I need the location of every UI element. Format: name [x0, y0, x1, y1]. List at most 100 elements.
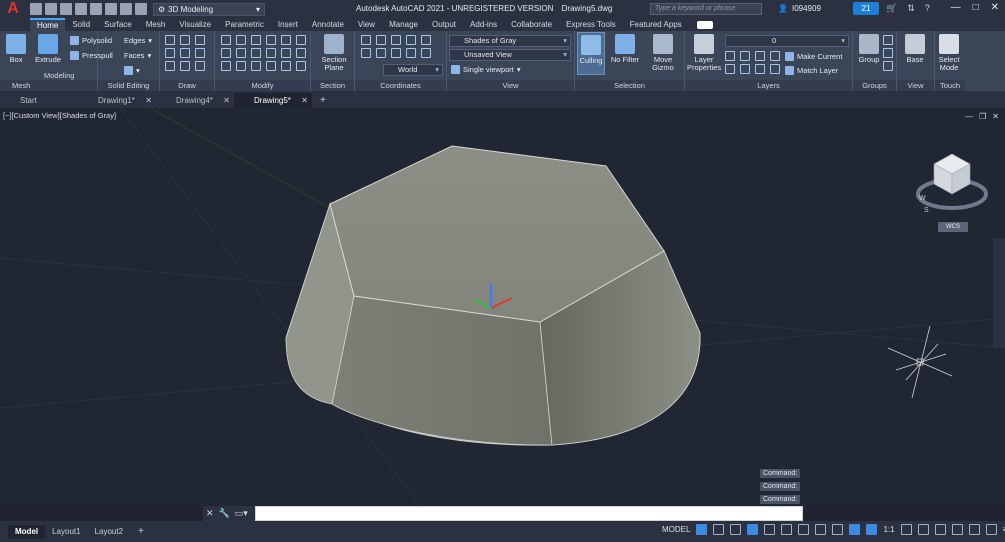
tab-add-ins[interactable]: Add-ins: [463, 18, 504, 31]
chamfer-icon[interactable]: [266, 61, 276, 71]
close-icon[interactable]: ✕: [301, 93, 308, 108]
layout-tab-model[interactable]: Model: [8, 524, 46, 539]
layer-unisolate-icon[interactable]: [740, 64, 750, 74]
tab-express-tools[interactable]: Express Tools: [559, 18, 623, 31]
line-icon[interactable]: [165, 48, 175, 58]
cart-icon[interactable]: 🛒: [886, 3, 897, 14]
redo-icon[interactable]: [135, 3, 147, 15]
groups-panel-title[interactable]: Groups: [853, 80, 896, 91]
undo-icon[interactable]: [120, 3, 132, 15]
file-tab-start[interactable]: Start: [0, 93, 78, 108]
join-icon[interactable]: [236, 61, 246, 71]
line2-icon[interactable]: [180, 48, 190, 58]
visual-style-select[interactable]: Shades of Gray: [449, 35, 571, 47]
drawing-viewport[interactable]: [−][Custom View][Shades of Gray] — ❐ ✕ W…: [0, 108, 1005, 506]
tab-visualize[interactable]: Visualize: [172, 18, 218, 31]
tab-annotate[interactable]: Annotate: [305, 18, 351, 31]
tab-home[interactable]: Home: [30, 18, 66, 31]
named-view-select[interactable]: Unsaved View: [449, 49, 571, 61]
tab-mesh[interactable]: Mesh: [139, 18, 173, 31]
ucs-3point-icon[interactable]: [421, 35, 431, 45]
tab-solid[interactable]: Solid: [65, 18, 97, 31]
maximize-icon[interactable]: □: [973, 2, 979, 13]
isodraft-icon[interactable]: [764, 524, 776, 535]
extrude-button[interactable]: Extrude: [34, 34, 62, 64]
match-layer-button[interactable]: Match Layer: [785, 66, 838, 75]
annotation-visibility-icon[interactable]: [849, 524, 861, 535]
wcs-menu[interactable]: WCS: [938, 222, 968, 232]
search-input[interactable]: Type a keyword or phrase: [650, 3, 762, 15]
tab-view[interactable]: View: [351, 18, 382, 31]
curve-icon[interactable]: [195, 35, 205, 45]
notification-badge[interactable]: 21: [853, 2, 879, 15]
layer-lock-icon[interactable]: [770, 51, 780, 61]
command-prompt-icon[interactable]: ▭▾: [235, 508, 248, 519]
make-current-button[interactable]: Make Current: [785, 52, 842, 61]
culling-button[interactable]: Culling: [577, 32, 605, 75]
frustum-solid[interactable]: [285, 145, 701, 446]
group-button[interactable]: Group: [855, 34, 883, 64]
tab-output[interactable]: Output: [425, 18, 463, 31]
ucs-face-icon[interactable]: [421, 48, 431, 58]
grid-toggle-icon[interactable]: [696, 524, 708, 535]
tab-featured-apps[interactable]: Featured Apps: [623, 18, 689, 31]
ucs-origin-icon[interactable]: [391, 35, 401, 45]
explode-icon[interactable]: [296, 48, 306, 58]
ucs-icon[interactable]: [361, 35, 371, 45]
tab-insert[interactable]: Insert: [271, 18, 305, 31]
model-space-toggle[interactable]: MODEL: [662, 525, 690, 534]
solid-editing-panel-title[interactable]: Solid Editing: [98, 80, 159, 91]
rectangle-icon[interactable]: [165, 61, 175, 71]
group-select-icon[interactable]: [883, 61, 893, 71]
break-icon[interactable]: [251, 61, 261, 71]
copy-icon[interactable]: [281, 35, 291, 45]
move-icon[interactable]: [221, 35, 231, 45]
mirror-icon[interactable]: [296, 35, 306, 45]
modify-panel-title[interactable]: Modify: [215, 80, 310, 91]
save-icon[interactable]: [60, 3, 72, 15]
ucs-world-icon[interactable]: [376, 35, 386, 45]
solid-edit-more[interactable]: ▾: [124, 66, 140, 75]
minimize-icon[interactable]: —: [951, 2, 961, 13]
model-canvas[interactable]: [0, 108, 1005, 506]
annotation-monitor-icon[interactable]: [917, 524, 929, 535]
rotate-icon[interactable]: [236, 35, 246, 45]
auto-scale-icon[interactable]: [866, 524, 878, 535]
coordinates-panel-title[interactable]: Coordinates: [355, 80, 446, 91]
fillet-icon[interactable]: [266, 35, 276, 45]
snap-mode-icon[interactable]: [713, 524, 725, 535]
quick-properties-icon[interactable]: [951, 524, 963, 535]
view-panel-title[interactable]: View: [447, 80, 574, 91]
group-edit-icon[interactable]: [883, 48, 893, 58]
object-snap-icon[interactable]: [798, 524, 810, 535]
polar-tracking-icon[interactable]: [747, 524, 759, 535]
circle-icon[interactable]: [195, 48, 205, 58]
close-icon[interactable]: ✕: [991, 2, 999, 13]
navigation-bar[interactable]: [993, 238, 1005, 348]
units-icon[interactable]: [934, 524, 946, 535]
layer-select[interactable]: 0: [725, 35, 849, 47]
layout-tab-layout2[interactable]: Layout2: [88, 525, 130, 539]
user-account[interactable]: 👤 I094909: [778, 4, 821, 13]
file-tab-drawing[interactable]: Drawing5* ✕: [234, 93, 312, 108]
draw-panel-title[interactable]: Draw: [160, 80, 214, 91]
transparency-icon[interactable]: [832, 524, 844, 535]
array-icon[interactable]: [251, 48, 261, 58]
clean-screen-icon[interactable]: [985, 524, 997, 535]
base-button[interactable]: Base: [901, 34, 929, 64]
layers-panel-title[interactable]: Layers: [685, 80, 852, 91]
ucs-object-icon[interactable]: [406, 48, 416, 58]
ucs-world-select[interactable]: World: [383, 64, 443, 76]
new-file-icon[interactable]: [30, 3, 42, 15]
close-icon[interactable]: ✕: [145, 93, 152, 108]
workspace-select[interactable]: ⚙ 3D Modeling ▾: [153, 2, 265, 16]
ucs-z-icon[interactable]: [406, 35, 416, 45]
plot-icon[interactable]: [105, 3, 117, 15]
ucs-view-icon[interactable]: [391, 48, 401, 58]
blend-icon[interactable]: [281, 61, 291, 71]
tab-manage[interactable]: Manage: [382, 18, 425, 31]
layer-off-icon[interactable]: [725, 51, 735, 61]
close-icon[interactable]: ✕: [223, 93, 230, 108]
autocad-logo[interactable]: A: [0, 0, 26, 18]
layer-unlock-icon[interactable]: [770, 64, 780, 74]
